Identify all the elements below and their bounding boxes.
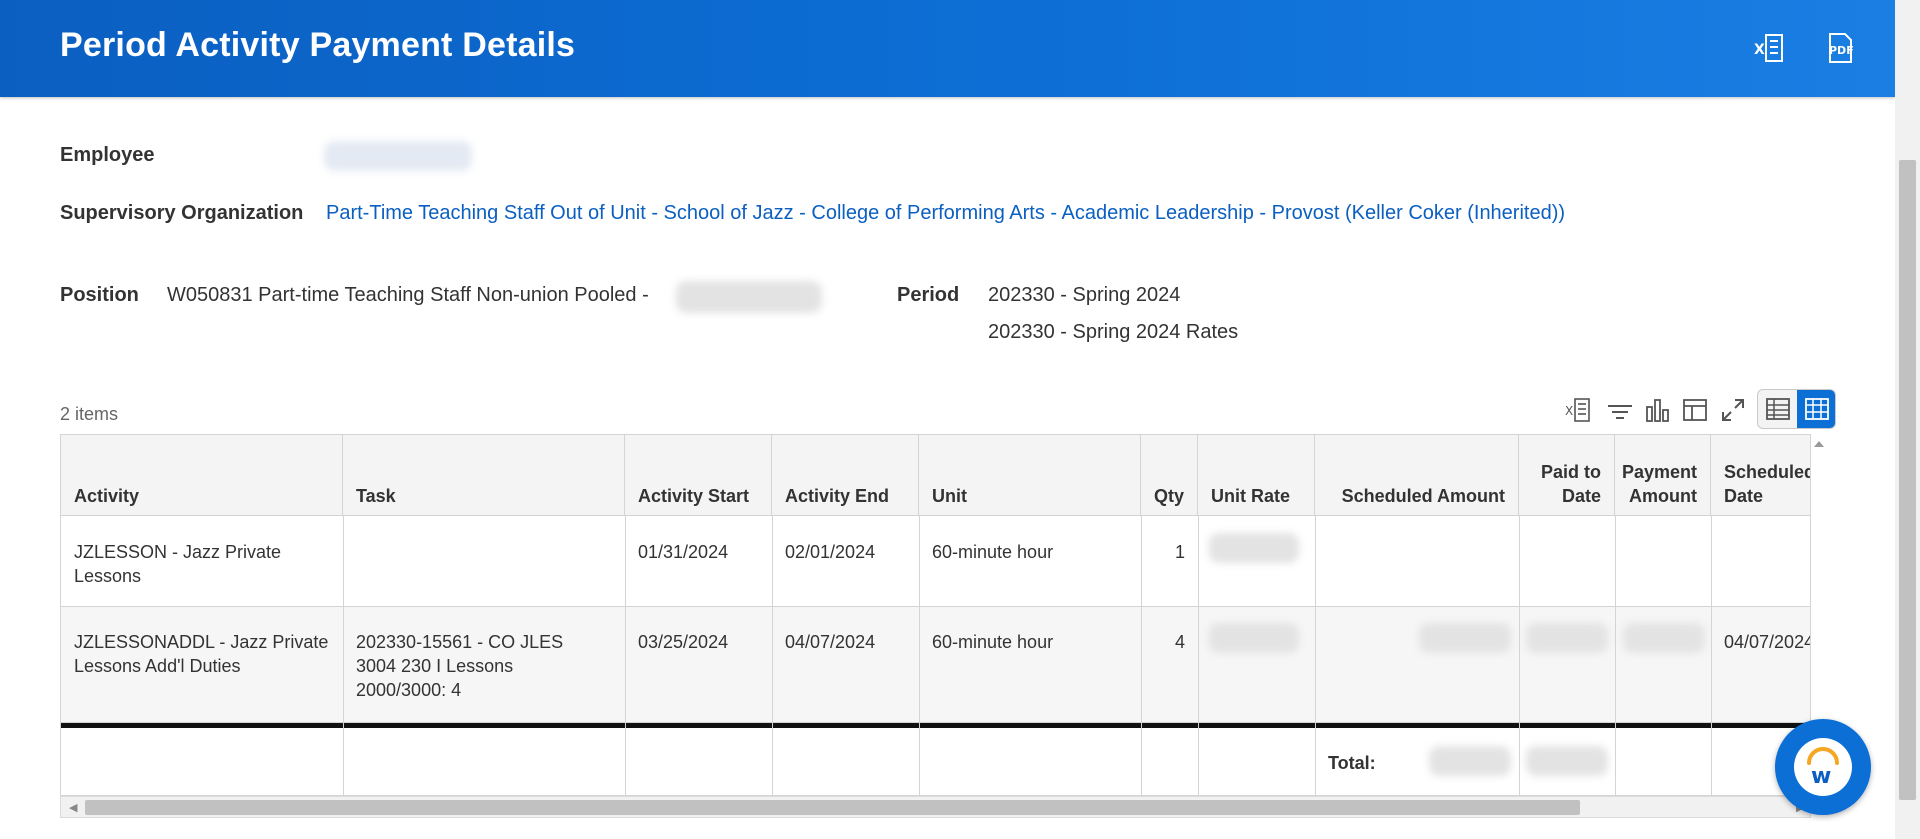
period-label: Period — [897, 284, 960, 306]
position-value: W050831 Part-time Teaching Staff Non-uni… — [167, 284, 649, 306]
cell-unit: 60-minute hour — [932, 632, 1054, 652]
scroll-left-arrow-icon[interactable]: ◀ — [69, 801, 77, 814]
period-value-1: 202330 - Spring 2024 — [988, 284, 1181, 306]
total-row: Total: — [61, 728, 1810, 795]
payment-details-grid: Activity Task Activity Start Activity En… — [60, 434, 1811, 796]
pdf-export-icon[interactable]: PDF — [1820, 28, 1860, 68]
position-name-redacted — [676, 281, 822, 313]
period-value-2: 202330 - Spring 2024 Rates — [988, 321, 1239, 343]
svg-text:PDF: PDF — [1829, 44, 1854, 57]
employee-value-redacted[interactable] — [324, 141, 472, 171]
column-divider — [1315, 728, 1316, 795]
position-label: Position — [60, 284, 139, 306]
cell-scheduled-date: 04/07/2024 — [1724, 632, 1811, 652]
cell-task[interactable]: 202330-15561 - CO JLES 3004 230 I Lesson… — [343, 630, 583, 702]
column-divider — [1711, 728, 1712, 795]
supervisory-organization-link[interactable]: Part-Time Teaching Staff Out of Unit - S… — [326, 202, 1565, 225]
svg-text:X: X — [1565, 404, 1573, 418]
cell-activity[interactable]: JZLESSON - Jazz Private Lessons — [61, 540, 343, 588]
excel-export-icon[interactable]: X — [1749, 28, 1789, 68]
excel-export-icon[interactable]: X — [1561, 393, 1595, 427]
table-row[interactable]: JZLESSONADDL - Jazz Private Lessons Add'… — [61, 607, 1811, 723]
supervisory-organization-label: Supervisory Organization — [60, 202, 304, 224]
cell-unit-rate-redacted — [1209, 623, 1299, 653]
column-divider — [625, 728, 626, 795]
page-scrollbar-thumb[interactable] — [1899, 160, 1916, 800]
column-divider — [1141, 728, 1142, 795]
column-header-activity-end[interactable]: Activity End — [772, 435, 919, 516]
cell-scheduled-amount-redacted — [1419, 623, 1511, 653]
cell-activity-end: 04/07/2024 — [785, 632, 876, 652]
filter-icon[interactable] — [1603, 395, 1637, 429]
cell-unit-rate-redacted — [1209, 533, 1299, 563]
workday-assistant-icon: w — [1794, 738, 1852, 796]
cell-activity-end: 02/01/2024 — [785, 542, 876, 562]
cell-activity[interactable]: JZLESSONADDL - Jazz Private Lessons Add'… — [61, 630, 343, 678]
cell-unit: 60-minute hour — [932, 542, 1054, 562]
chart-icon[interactable] — [1641, 393, 1675, 427]
cell-paid-to-date-redacted — [1526, 623, 1608, 653]
column-header-task[interactable]: Task — [343, 435, 625, 516]
page-scrollbar[interactable] — [1895, 0, 1920, 839]
total-label: Total: — [1328, 753, 1376, 773]
grid-header-row: Activity Task Activity Start Activity En… — [61, 435, 1810, 516]
cell-qty: 4 — [1174, 632, 1185, 652]
cell-qty: 1 — [1174, 542, 1185, 562]
page-title: Period Activity Payment Details — [60, 26, 576, 64]
grid-view-icon[interactable] — [1797, 390, 1835, 428]
grid-horizontal-scrollbar[interactable]: ◀ ▶ — [60, 796, 1811, 818]
column-header-unit-rate[interactable]: Unit Rate — [1198, 435, 1315, 516]
cell-activity-start: 03/25/2024 — [638, 632, 729, 652]
workday-assistant-button[interactable]: w — [1775, 719, 1871, 815]
column-divider — [343, 728, 344, 795]
column-header-activity-start[interactable]: Activity Start — [625, 435, 772, 516]
table-row[interactable]: JZLESSON - Jazz Private Lessons 01/31/20… — [61, 516, 1810, 607]
column-header-activity[interactable]: Activity — [61, 435, 343, 516]
column-header-scheduled-amount[interactable]: Scheduled Amount — [1315, 435, 1519, 516]
column-header-qty[interactable]: Qty — [1141, 435, 1198, 516]
svg-text:X: X — [1754, 42, 1765, 58]
fullscreen-icon[interactable] — [1716, 393, 1750, 427]
view-toggle — [1757, 389, 1836, 429]
grid-scrollbar-thumb[interactable] — [85, 800, 1580, 815]
column-divider — [1615, 728, 1616, 795]
column-divider — [919, 728, 920, 795]
column-divider — [1198, 728, 1199, 795]
total-paid-to-date-redacted — [1526, 746, 1608, 776]
svg-text:w: w — [1811, 764, 1831, 789]
total-scheduled-amount-redacted — [1429, 746, 1511, 776]
column-header-scheduled-date[interactable]: Scheduled Date — [1711, 435, 1810, 516]
employee-label: Employee — [60, 144, 155, 166]
column-header-unit[interactable]: Unit — [919, 435, 1141, 516]
column-divider — [1519, 728, 1520, 795]
cell-activity-start: 01/31/2024 — [638, 542, 729, 562]
table-view-icon[interactable] — [1758, 390, 1797, 428]
column-header-paid-to-date[interactable]: Paid to Date — [1519, 435, 1615, 516]
column-divider — [772, 728, 773, 795]
column-header-payment-amount[interactable]: Payment Amount — [1615, 435, 1711, 516]
column-layout-icon[interactable] — [1678, 393, 1712, 427]
items-count: 2 items — [60, 404, 119, 424]
cell-payment-amount-redacted — [1623, 623, 1705, 653]
page-header: Period Activity Payment Details X PDF — [0, 0, 1895, 97]
